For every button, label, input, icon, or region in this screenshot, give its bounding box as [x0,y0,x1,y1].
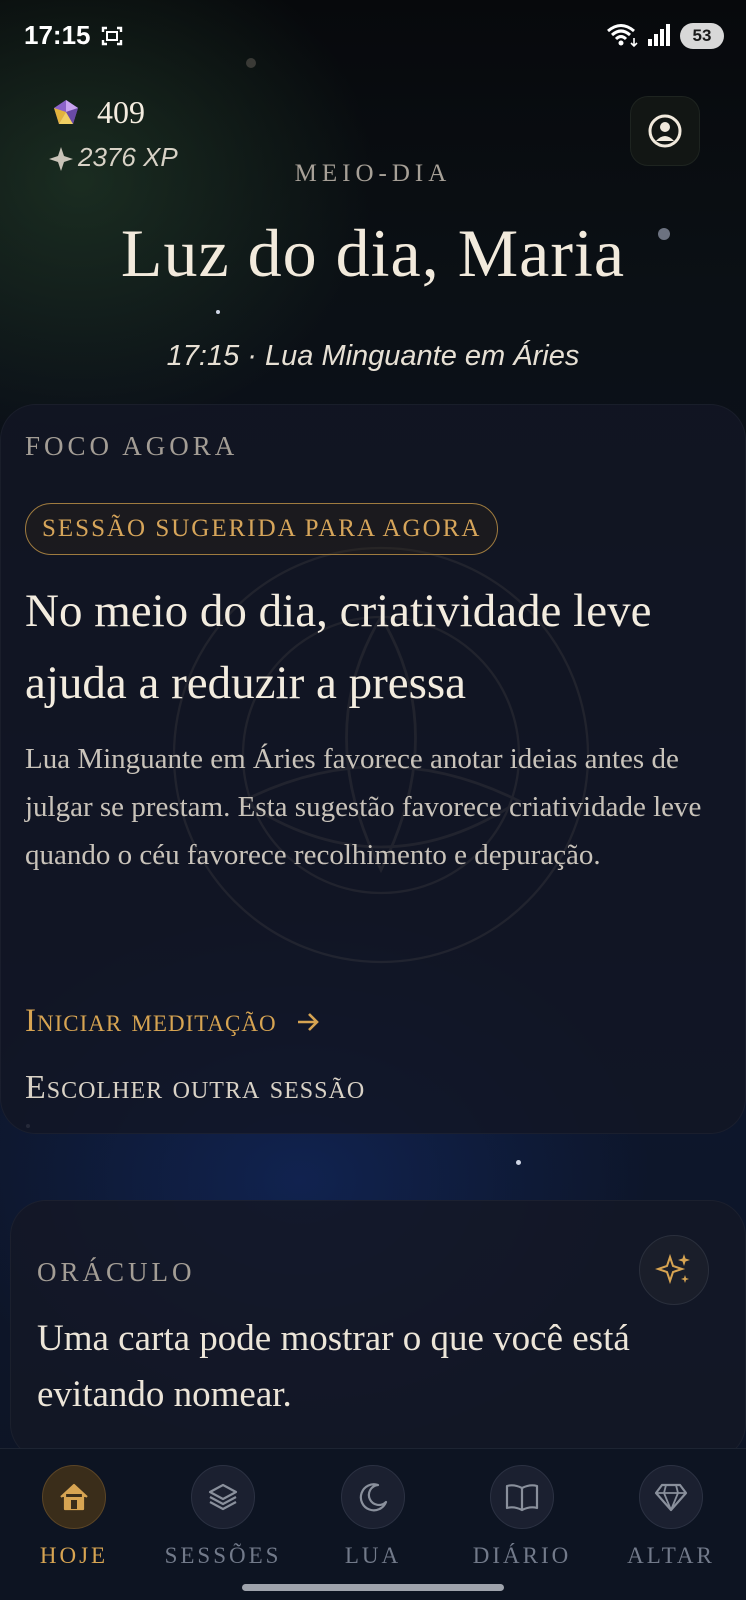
nav-label: ALTAR [627,1543,715,1568]
focus-section-label: FOCO AGORA [25,431,239,461]
nav-icon-container [341,1465,405,1529]
star-decoration [216,310,220,314]
nav-item-altar[interactable]: ALTAR [611,1465,731,1569]
nav-label: SESSÕES [164,1543,282,1568]
suggested-session-badge: SESSÃO SUGERIDA PARA AGORA [25,503,499,555]
period-label: MEIO-DIA [294,160,452,187]
home-indicator[interactable] [242,1584,504,1591]
start-meditation-link[interactable]: Iniciar meditação [25,1003,321,1040]
nav-icon-container [490,1465,554,1529]
sparkles-icon [655,1253,690,1285]
signal-icon [648,24,670,46]
page-title: Luz do dia, Maria [120,215,626,291]
moon-icon [359,1483,388,1512]
home-icon [60,1483,88,1511]
status-time: 17:15 [24,20,91,50]
battery-badge: 53 [680,23,724,49]
screenshot-icon [101,26,123,46]
nav-item-lua[interactable]: LUA [313,1465,433,1569]
nav-item-sessoes[interactable]: SESSÕES [163,1465,283,1569]
gem-icon [54,100,78,124]
bottom-navigation: HOJE SESSÕES LUA DIÁRIO ALTAR [0,1448,746,1600]
wifi-icon [607,24,638,48]
nav-label: HOJE [39,1543,109,1568]
book-icon [505,1484,539,1512]
moon-phase-subtitle: 17:15 · Lua Minguante em Áries [166,340,580,372]
nav-label: LUA [344,1543,402,1568]
focus-card: FOCO AGORA SESSÃO SUGERIDA PARA AGORA No… [0,404,746,1134]
focus-title: No meio do dia, criatividade leve ajuda … [25,585,652,709]
nav-icon-container [639,1465,703,1529]
arrow-right-icon [297,1012,319,1031]
status-bar: 17:15 53 [0,0,746,70]
oracle-draw-button[interactable] [639,1235,709,1305]
nav-item-hoje[interactable]: HOJE [14,1465,134,1569]
oracle-section-label: ORÁCULO [37,1257,196,1287]
gem-count: 409 [97,94,145,130]
star-decoration [516,1160,521,1165]
start-meditation-label: Iniciar meditação [25,1003,277,1039]
profile-button[interactable] [630,96,700,166]
nav-icon-container [191,1465,255,1529]
nav-label: DIÁRIO [472,1543,572,1568]
nav-item-diario[interactable]: DIÁRIO [462,1465,582,1569]
user-icon [648,114,682,148]
focus-description: Lua Minguante em Áries favorece anotar i… [25,743,702,871]
choose-other-session-link[interactable]: Escolher outra sessão [25,1069,365,1107]
oracle-card[interactable]: ORÁCULO Uma carta pode mostrar o que voc… [10,1200,746,1460]
oracle-message: Uma carta pode mostrar o que você está e… [37,1318,630,1415]
diamond-icon [654,1483,688,1512]
nav-icon-container [42,1465,106,1529]
layers-icon [208,1483,238,1511]
